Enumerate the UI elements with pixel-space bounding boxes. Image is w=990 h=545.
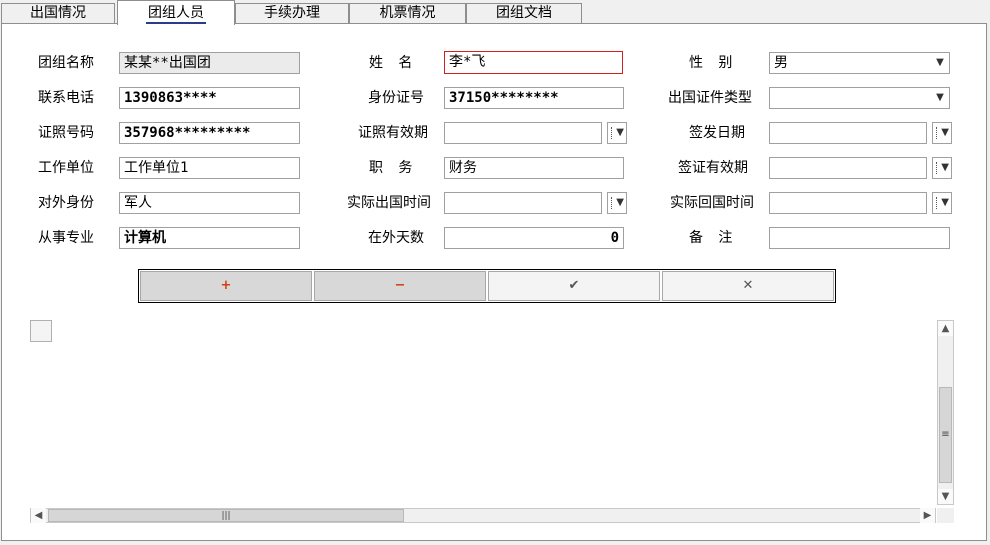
chevron-down-icon: ▼ <box>941 127 949 138</box>
work-unit-field[interactable]: 工作单位1 <box>119 157 300 179</box>
visa-valid-label: 签证有效期 <box>678 160 748 176</box>
work-unit-label: 工作单位 <box>38 160 94 176</box>
actual-departure-field[interactable] <box>444 192 602 214</box>
chevron-down-icon: ▼ <box>941 162 949 173</box>
chevron-down-icon: ▼ <box>616 197 624 208</box>
id-number-label: 身份证号 <box>368 90 424 106</box>
chevron-down-icon: ▼ <box>616 127 624 138</box>
vertical-scrollbar[interactable]: ▲ ≡ ▼ <box>937 320 954 505</box>
grid-select-all-cell[interactable] <box>30 320 52 342</box>
horizontal-scrollbar[interactable]: ◀ ||| ▶ <box>30 508 936 523</box>
profession-label: 从事专业 <box>38 230 94 246</box>
visa-valid-field[interactable] <box>769 157 927 179</box>
tab-procedures[interactable]: 手续办理 <box>235 3 349 23</box>
check-icon: ✔ <box>568 278 580 293</box>
cert-type-label: 出国证件类型 <box>668 90 752 106</box>
gender-label: 性别 <box>689 55 748 71</box>
actual-return-label: 实际回国时间 <box>670 195 754 211</box>
actual-return-dropdown[interactable]: ▼ <box>932 192 952 214</box>
tab-departure-info[interactable]: 出国情况 <box>1 3 115 23</box>
scroll-down-arrow-icon[interactable]: ▼ <box>938 489 953 504</box>
position-label: 职务 <box>369 160 428 176</box>
cert-number-label: 证照号码 <box>38 125 94 141</box>
actual-return-field[interactable] <box>769 192 927 214</box>
chevron-down-icon: ▼ <box>936 92 944 103</box>
horizontal-scroll-thumb[interactable]: ||| <box>48 509 404 522</box>
external-identity-field[interactable]: 军人 <box>119 192 300 214</box>
scroll-left-arrow-icon[interactable]: ◀ <box>31 508 46 523</box>
issue-date-field[interactable] <box>769 122 927 144</box>
remarks-label: 备注 <box>689 230 748 246</box>
profession-field[interactable]: 计算机 <box>119 227 300 249</box>
chevron-down-icon: ▼ <box>936 57 944 68</box>
issue-date-label: 签发日期 <box>689 125 745 141</box>
position-field[interactable]: 财务 <box>444 157 624 179</box>
cert-number-field[interactable]: 357968********* <box>119 122 300 144</box>
grip-icon: ||| <box>221 511 231 521</box>
group-name-field[interactable]: 某某**出国团 <box>119 52 300 74</box>
record-toolbar: + − ✔ ✕ <box>138 269 836 303</box>
id-number-field[interactable]: 37150******** <box>444 87 624 109</box>
visa-valid-dropdown[interactable]: ▼ <box>932 157 952 179</box>
scroll-up-arrow-icon[interactable]: ▲ <box>938 321 953 336</box>
cert-valid-label: 证照有效期 <box>358 125 428 141</box>
grip-icon: ≡ <box>941 429 950 440</box>
tab-group-members[interactable]: 团组人员 <box>117 0 235 25</box>
chevron-down-icon: ▼ <box>941 197 949 208</box>
phone-label: 联系电话 <box>38 90 94 106</box>
add-record-button[interactable]: + <box>140 271 312 301</box>
tab-bar: 出国情况 团组人员 手续办理 机票情况 团组文档 <box>0 0 990 25</box>
close-icon: ✕ <box>742 278 754 293</box>
actual-departure-label: 实际出国时间 <box>347 195 431 211</box>
gender-value: 男 <box>774 55 788 71</box>
phone-field[interactable]: 1390863**** <box>119 87 300 109</box>
remarks-field[interactable] <box>769 227 950 249</box>
cert-valid-field[interactable] <box>444 122 602 144</box>
days-abroad-label: 在外天数 <box>368 230 424 246</box>
days-abroad-field[interactable]: 0 <box>444 227 624 249</box>
member-panel: 团组名称 某某**出国团 姓名 李*飞 性别 男 ▼ 联系电话 1390863*… <box>1 23 987 541</box>
group-name-label: 团组名称 <box>38 55 94 71</box>
issue-date-dropdown[interactable]: ▼ <box>932 122 952 144</box>
cert-valid-dropdown[interactable]: ▼ <box>607 122 627 144</box>
name-label: 姓名 <box>369 55 428 71</box>
tab-tickets[interactable]: 机票情况 <box>349 3 466 23</box>
actual-departure-dropdown[interactable]: ▼ <box>607 192 627 214</box>
name-field[interactable]: 李*飞 <box>444 51 623 74</box>
cancel-button[interactable]: ✕ <box>662 271 834 301</box>
cert-type-select[interactable]: ▼ <box>769 87 950 109</box>
delete-record-button[interactable]: − <box>314 271 486 301</box>
external-identity-label: 对外身份 <box>38 195 94 211</box>
scroll-right-arrow-icon[interactable]: ▶ <box>920 508 935 523</box>
gender-select[interactable]: 男 ▼ <box>769 52 950 74</box>
tab-group-documents[interactable]: 团组文档 <box>466 3 582 23</box>
vertical-scroll-thumb[interactable]: ≡ <box>939 387 952 483</box>
confirm-button[interactable]: ✔ <box>488 271 660 301</box>
scrollbar-corner <box>937 508 954 523</box>
